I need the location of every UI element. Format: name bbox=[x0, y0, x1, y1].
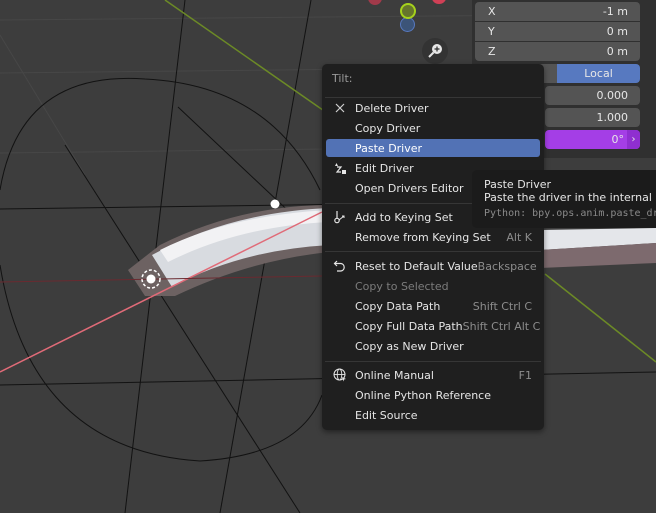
menu-item-label: Reset to Default Value bbox=[355, 259, 478, 273]
vector-field-z[interactable]: Z 0 m bbox=[475, 42, 640, 61]
vector-field-x[interactable]: X -1 m bbox=[475, 2, 640, 21]
menu-item-shortcut: Shift Ctrl C bbox=[472, 299, 532, 313]
menu-separator bbox=[325, 251, 541, 252]
field-label: Y bbox=[488, 25, 495, 38]
tooltip-title: Paste Driver bbox=[484, 178, 552, 191]
menu-item-shortcut: Backspace bbox=[477, 259, 537, 273]
gizmo-y-icon[interactable] bbox=[400, 3, 416, 19]
menu-item-online-manual[interactable]: Online Manual F1 bbox=[326, 366, 540, 384]
menu-item-shortcut: F1 bbox=[518, 368, 532, 382]
menu-item-label: Copy Driver bbox=[355, 121, 421, 135]
field-value: -1 m bbox=[602, 5, 628, 18]
chevron-right-icon[interactable]: › bbox=[627, 130, 640, 149]
menu-item-edit-source[interactable]: Edit Source bbox=[326, 406, 540, 424]
field-value: 0 m bbox=[606, 45, 628, 58]
magnifier-plus-icon bbox=[428, 44, 442, 58]
menu-item-label: Copy Data Path bbox=[355, 299, 441, 313]
x-icon bbox=[332, 99, 348, 117]
menu-title: Tilt: bbox=[332, 72, 353, 85]
vector-field-y[interactable]: Y 0 m bbox=[475, 22, 640, 41]
menu-item-reset-to-default[interactable]: Reset to Default Value Backspace bbox=[326, 257, 540, 275]
menu-item-paste-driver[interactable]: Paste Driver bbox=[326, 139, 540, 157]
menu-item-copy-driver[interactable]: Copy Driver bbox=[326, 119, 540, 137]
menu-item-label: Remove from Keying Set bbox=[355, 230, 491, 244]
menu-separator bbox=[325, 97, 541, 98]
weight-value: 0.000 bbox=[596, 89, 629, 102]
menu-item-copy-as-new-driver[interactable]: Copy as New Driver bbox=[326, 337, 540, 355]
weight-field[interactable]: 0.000 bbox=[545, 86, 640, 105]
reset-icon bbox=[332, 257, 348, 275]
space-local-button[interactable]: Local bbox=[557, 64, 640, 83]
gizmo-z-neg-icon[interactable] bbox=[400, 17, 415, 32]
keying-set-icon bbox=[332, 208, 348, 226]
field-label: Z bbox=[488, 45, 496, 58]
radius-field[interactable]: 1.000 bbox=[545, 108, 640, 127]
menu-item-label: Online Python Reference bbox=[355, 388, 491, 402]
menu-item-label: Copy Full Data Path bbox=[355, 319, 463, 333]
menu-item-label: Copy as New Driver bbox=[355, 339, 464, 353]
menu-item-copy-full-data-path[interactable]: Copy Full Data Path Shift Ctrl Alt C bbox=[326, 317, 540, 335]
control-point bbox=[146, 274, 156, 284]
radius-value: 1.000 bbox=[596, 111, 629, 124]
space-local-label: Local bbox=[584, 67, 613, 80]
menu-separator bbox=[325, 361, 541, 362]
tooltip: Paste Driver Paste the driver in the int… bbox=[472, 170, 656, 228]
handle-point bbox=[270, 199, 280, 209]
menu-item-online-python-reference[interactable]: Online Python Reference bbox=[326, 386, 540, 404]
field-value: 0 m bbox=[606, 25, 628, 38]
menu-item-copy-to-selected: Copy to Selected bbox=[326, 277, 540, 295]
field-label: X bbox=[488, 5, 496, 18]
menu-item-shortcut: Alt K bbox=[506, 230, 532, 244]
menu-item-label: Paste Driver bbox=[355, 141, 423, 155]
context-menu: Tilt: Delete Driver Copy Driver Paste Dr… bbox=[322, 64, 544, 430]
tilt-value: 0° bbox=[611, 133, 625, 146]
menu-item-copy-data-path[interactable]: Copy Data Path Shift Ctrl C bbox=[326, 297, 540, 315]
menu-item-delete-driver[interactable]: Delete Driver bbox=[326, 99, 540, 117]
x-axis-line bbox=[0, 211, 323, 373]
menu-item-label: Copy to Selected bbox=[355, 279, 449, 293]
menu-item-label: Delete Driver bbox=[355, 101, 429, 115]
globe-icon bbox=[332, 366, 348, 384]
menu-item-label: Online Manual bbox=[355, 368, 434, 382]
y-axis-line-2 bbox=[544, 273, 656, 363]
tooltip-description: Paste the driver in the internal clip bbox=[484, 191, 656, 204]
tilt-field[interactable]: 0° › bbox=[545, 130, 640, 149]
menu-item-remove-from-keying-set[interactable]: Remove from Keying Set Alt K bbox=[326, 228, 540, 246]
driver-icon bbox=[332, 159, 348, 177]
menu-item-shortcut: Shift Ctrl Alt C bbox=[462, 319, 541, 333]
tooltip-python: Python: bpy.ops.anim.paste_dr bbox=[484, 208, 656, 219]
menu-item-label: Edit Source bbox=[355, 408, 418, 422]
zoom-view-button[interactable] bbox=[422, 38, 448, 64]
